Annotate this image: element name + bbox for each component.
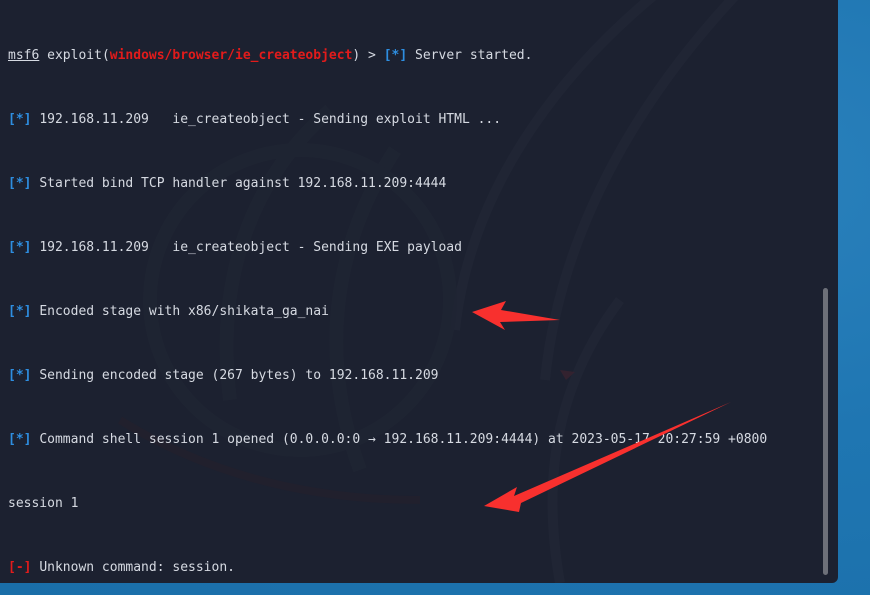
terminal-window[interactable]: msf6 exploit(windows/browser/ie_createob… xyxy=(0,0,838,583)
line-text: Sending encoded stage (267 bytes) to 192… xyxy=(39,368,439,383)
prompt-host: msf6 xyxy=(8,48,40,63)
info-tag: [*] xyxy=(8,240,32,255)
line-text: Command shell session 1 opened (0.0.0.0:… xyxy=(39,432,768,447)
line-text: Unknown command: session. xyxy=(39,560,235,575)
terminal-line-sending-exploit-html: [*] 192.168.11.209 ie_createobject - Sen… xyxy=(0,112,838,128)
terminal-line-encoded-stage: [*] Encoded stage with x86/shikata_ga_na… xyxy=(0,304,838,320)
prompt-open-paren: ( xyxy=(101,48,110,63)
server-started-tag: [*] xyxy=(383,48,408,63)
terminal-line-sending-encoded-stage: [*] Sending encoded stage (267 bytes) to… xyxy=(0,368,838,384)
scrollbar-thumb[interactable] xyxy=(823,288,828,575)
info-tag: [*] xyxy=(8,112,32,127)
error-tag: [-] xyxy=(8,560,32,575)
terminal-screen[interactable]: msf6 exploit(windows/browser/ie_createob… xyxy=(0,0,838,583)
info-tag: [*] xyxy=(8,304,32,319)
terminal-line-bind-tcp-handler: [*] Started bind TCP handler against 192… xyxy=(0,176,838,192)
terminal-line-sending-exe-payload: [*] 192.168.11.209 ie_createobject - Sen… xyxy=(0,240,838,256)
prompt-command-word: exploit xyxy=(47,48,102,63)
terminal-line-session-opened: [*] Command shell session 1 opened (0.0.… xyxy=(0,432,838,448)
info-tag: [*] xyxy=(8,432,32,447)
terminal-line-session-wrap: session 1 xyxy=(0,496,838,512)
info-tag: [*] xyxy=(8,176,32,191)
line-text: Encoded stage with x86/shikata_ga_nai xyxy=(39,304,329,319)
server-started-text: Server started. xyxy=(415,48,533,63)
terminal-line-unknown-command: [-] Unknown command: session. xyxy=(0,560,838,576)
line-text: session 1 xyxy=(8,496,79,511)
info-tag: [*] xyxy=(8,368,32,383)
prompt-arrow: > xyxy=(360,48,384,63)
line-text: 192.168.11.209 ie_createobject - Sending… xyxy=(39,112,502,127)
prompt-module-path: windows/browser/ie_createobject xyxy=(109,48,353,63)
line-text: Started bind TCP handler against 192.168… xyxy=(39,176,447,191)
terminal-scrollbar[interactable] xyxy=(822,0,830,583)
line-text: 192.168.11.209 ie_createobject - Sending… xyxy=(39,240,462,255)
terminal-line-prompt-server-started: msf6 exploit(windows/browser/ie_createob… xyxy=(0,48,838,64)
